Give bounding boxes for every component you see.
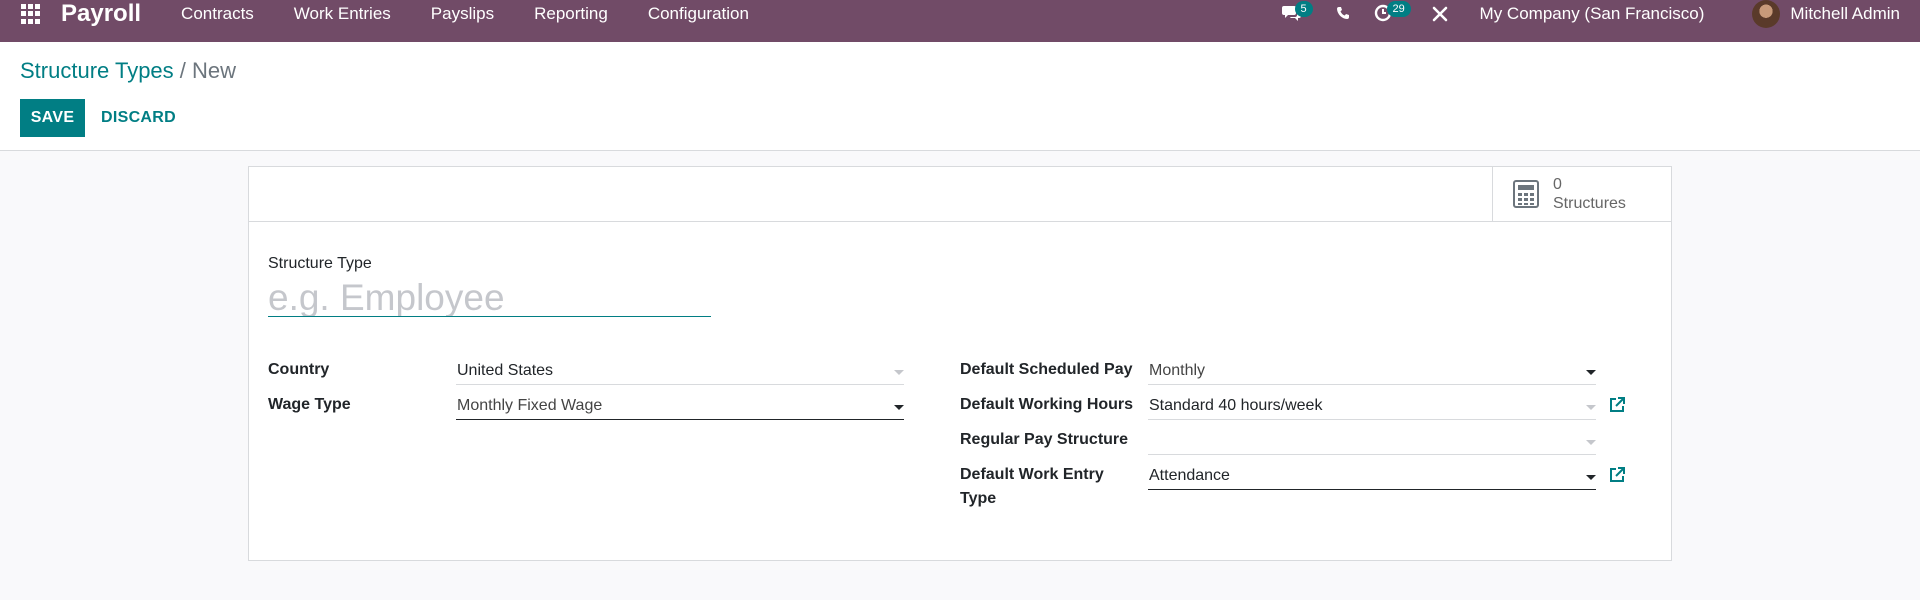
user-menu[interactable]: Mitchell Admin (1752, 0, 1900, 28)
default-work-entry-type-value: Attendance (1149, 467, 1230, 484)
menu-item-payslips[interactable]: Payslips (431, 4, 494, 24)
wage-type-label: Wage Type (268, 396, 351, 413)
default-working-hours-field[interactable]: Standard 40 hours/week (1148, 393, 1596, 420)
top-navbar: Payroll Contracts Work Entries Payslips … (0, 0, 1920, 42)
form-sheet: 0 Structures Structure Type Country Unit… (248, 166, 1672, 561)
external-link-icon[interactable] (1608, 466, 1626, 484)
default-work-entry-type-field[interactable]: Attendance (1148, 463, 1596, 490)
calculator-icon (1513, 180, 1539, 208)
avatar (1752, 0, 1781, 28)
company-switcher[interactable]: My Company (San Francisco) (1480, 4, 1705, 24)
save-button[interactable]: SAVE (20, 99, 85, 137)
default-scheduled-pay-select[interactable]: Monthly (1148, 358, 1596, 385)
debug-tools-icon[interactable] (1432, 6, 1456, 30)
regular-pay-structure-label: Regular Pay Structure (960, 431, 1129, 448)
chevron-down-icon (1586, 405, 1596, 410)
structure-type-label: Structure Type (268, 255, 372, 272)
wage-type-value: Monthly Fixed Wage (457, 397, 603, 414)
default-working-hours-value: Standard 40 hours/week (1149, 397, 1323, 414)
stat-count: 0 (1553, 176, 1562, 193)
menu-item-contracts[interactable]: Contracts (181, 4, 254, 24)
menu-item-work-entries[interactable]: Work Entries (294, 4, 391, 24)
button-box: 0 Structures (249, 167, 1671, 222)
user-name: Mitchell Admin (1790, 4, 1900, 23)
default-scheduled-pay-value: Monthly (1149, 362, 1206, 379)
breadcrumb-current: New (192, 58, 237, 83)
country-value: United States (457, 362, 554, 379)
messages-badge: 5 (1294, 1, 1313, 17)
country-label: Country (268, 361, 330, 378)
chevron-down-icon (1586, 440, 1596, 445)
structures-stat-button[interactable]: 0 Structures (1492, 167, 1671, 221)
stat-label: Structures (1553, 195, 1626, 212)
messaging-icon[interactable]: 5 (1281, 1, 1313, 28)
external-link-icon[interactable] (1608, 396, 1626, 414)
default-working-hours-label: Default Working Hours (960, 396, 1134, 413)
chevron-down-icon (1586, 370, 1596, 375)
chevron-down-icon (894, 405, 904, 410)
menu-item-reporting[interactable]: Reporting (534, 4, 608, 24)
systray: 5 29 My Company (San Francisco) Mitchell… (1281, 0, 1920, 42)
phone-icon[interactable] (1336, 6, 1360, 30)
chevron-down-icon (1586, 475, 1596, 480)
apps-menu-icon[interactable] (21, 4, 41, 24)
wrench-screwdriver-icon (1432, 6, 1447, 22)
country-field[interactable]: United States (456, 358, 904, 385)
breadcrumb-structure-types[interactable]: Structure Types (20, 58, 174, 83)
control-panel: Structure Types / New SAVE DISCARD (0, 42, 1920, 151)
discard-button[interactable]: DISCARD (93, 99, 184, 137)
breadcrumb-separator: / (179, 58, 186, 83)
main-menu: Contracts Work Entries Payslips Reportin… (181, 4, 789, 24)
chevron-down-icon (894, 370, 904, 375)
default-work-entry-type-label-line2: Type (960, 490, 997, 507)
default-scheduled-pay-label: Default Scheduled Pay (960, 361, 1133, 378)
app-brand[interactable]: Payroll (61, 0, 141, 28)
default-work-entry-type-label: Default Work Entry Type (960, 463, 1104, 511)
activities-badge: 29 (1386, 1, 1411, 17)
phone-glyph-icon (1336, 7, 1349, 19)
structure-type-name-input[interactable] (268, 279, 711, 317)
breadcrumb: Structure Types / New (20, 58, 236, 84)
regular-pay-structure-field[interactable] (1148, 428, 1596, 455)
wage-type-select[interactable]: Monthly Fixed Wage (456, 393, 904, 420)
stat-text: 0 Structures (1553, 175, 1626, 213)
default-work-entry-type-label-line1: Default Work Entry (960, 466, 1104, 483)
activities-icon[interactable]: 29 (1374, 1, 1411, 28)
menu-item-configuration[interactable]: Configuration (648, 4, 749, 24)
